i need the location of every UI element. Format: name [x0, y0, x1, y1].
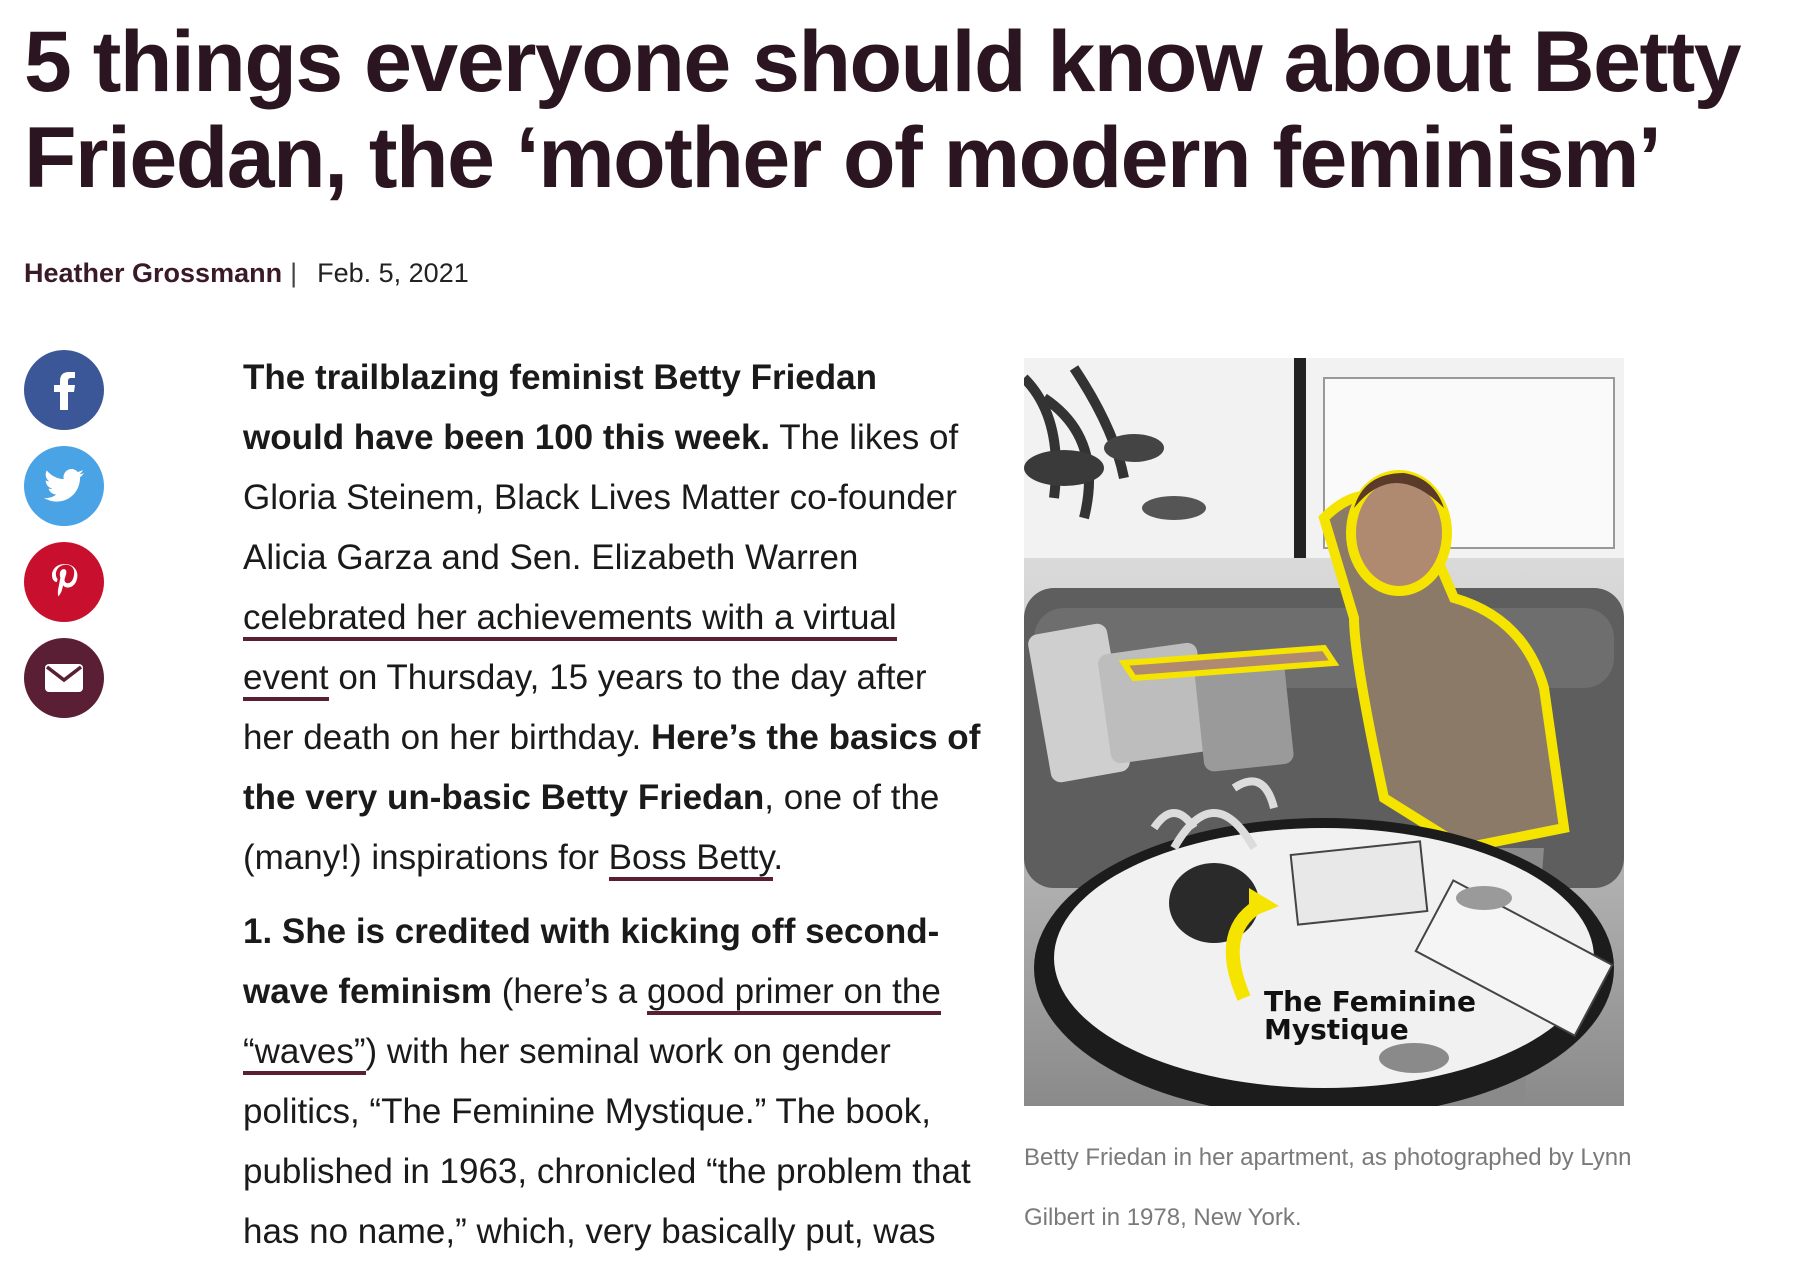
article-headline: 5 things everyone should know about Bett…: [24, 14, 1742, 206]
betty-friedan-photo[interactable]: The Feminine Mystique: [1024, 358, 1624, 1106]
email-icon: [45, 664, 83, 692]
email-share-button[interactable]: [24, 638, 104, 718]
facebook-share-button[interactable]: [24, 350, 104, 430]
byline-separator: |: [290, 258, 298, 288]
boss-betty-link[interactable]: Boss Betty: [608, 838, 774, 881]
author-name[interactable]: Heather Grossmann: [24, 258, 282, 289]
article-body: The trailblazing feminist Betty Friedan …: [243, 348, 983, 1276]
article-figure: The Feminine Mystique Betty Friedan in h…: [1024, 358, 1632, 1248]
intro-text: .: [773, 838, 784, 877]
photo-annotation-line: The Feminine: [1264, 985, 1476, 1018]
publish-date: Feb. 5, 2021: [317, 258, 469, 288]
point-one-paragraph: 1. She is credited with kicking off seco…: [243, 902, 983, 1262]
pinterest-share-button[interactable]: [24, 542, 104, 622]
twitter-icon: [44, 469, 84, 502]
share-bar: [24, 350, 104, 734]
photo-annotation-line: Mystique: [1264, 1013, 1409, 1046]
twitter-share-button[interactable]: [24, 446, 104, 526]
byline: Heather Grossmann | Feb. 5, 2021: [24, 258, 469, 289]
photo-caption: Betty Friedan in her apartment, as photo…: [1024, 1144, 1632, 1231]
intro-paragraph: The trailblazing feminist Betty Friedan …: [243, 348, 983, 888]
facebook-icon: [54, 372, 75, 410]
pinterest-icon: [52, 564, 78, 597]
point-one-text: (here’s a: [492, 972, 647, 1011]
photo-annotation: The Feminine Mystique: [1264, 988, 1476, 1044]
